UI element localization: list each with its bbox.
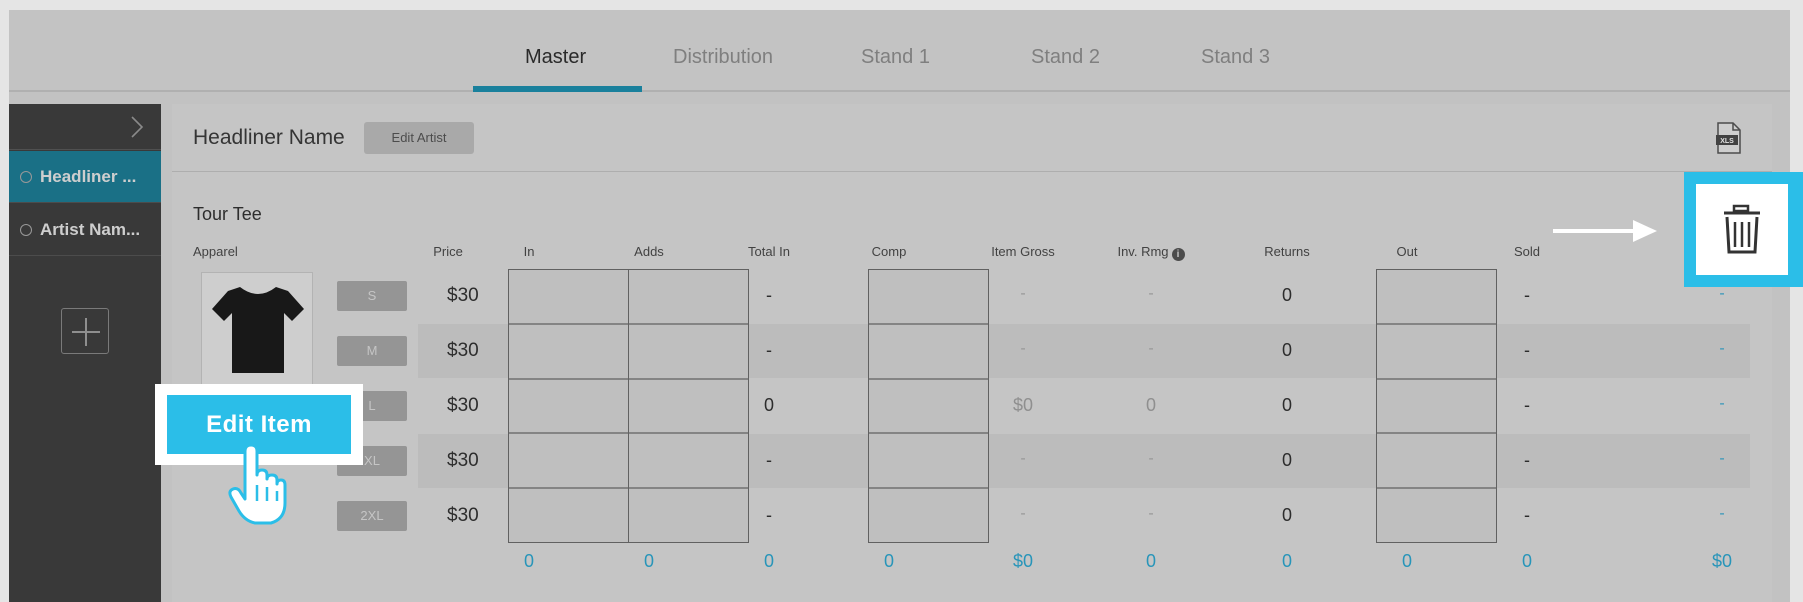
sidebar-item-artist[interactable]: Artist Nam... xyxy=(9,204,161,256)
total-adds: 0 xyxy=(643,551,654,571)
tab-stand-1[interactable]: Stand 1 xyxy=(861,46,930,69)
tab-bar: Master Distribution Stand 1 Stand 2 Stan… xyxy=(9,10,1790,92)
delete-item-callout xyxy=(1684,172,1803,287)
active-tab-indicator xyxy=(473,86,642,92)
total-in: 0 xyxy=(523,551,534,571)
sidebar-item-label: Headliner ... xyxy=(40,167,137,186)
total-returns: 0 xyxy=(1281,551,1292,571)
sidebar-item-headliner[interactable]: Headliner ... xyxy=(9,151,161,203)
edit-artist-button[interactable]: Edit Artist xyxy=(364,122,474,154)
row-price[interactable]: $30 xyxy=(447,285,479,307)
total-inv-rmg: 0 xyxy=(1145,551,1156,571)
col-sold: Sold xyxy=(1513,244,1541,259)
row-price[interactable]: $30 xyxy=(447,505,479,527)
panel-header: Headliner Name Edit Artist XLS xyxy=(172,104,1772,172)
sidebar: Headliner ... Artist Nam... xyxy=(9,104,161,602)
plus-icon xyxy=(72,318,100,346)
size-button-s[interactable]: S xyxy=(337,281,407,311)
row-price[interactable]: $30 xyxy=(447,340,479,362)
total-comp: 0 xyxy=(883,551,894,571)
tab-stand-3[interactable]: Stand 3 xyxy=(1201,46,1270,69)
col-out: Out xyxy=(1396,244,1418,259)
radio-icon xyxy=(20,224,32,236)
radio-icon xyxy=(20,171,32,183)
item-name: Tour Tee xyxy=(193,204,262,224)
col-apparel: Apparel xyxy=(193,244,238,259)
col-returns: Returns xyxy=(1264,244,1310,259)
col-item-gross: Item Gross xyxy=(991,244,1055,259)
info-icon[interactable]: i xyxy=(1171,248,1185,261)
row-net: - xyxy=(1719,450,1725,467)
total-total-in: 0 xyxy=(763,551,774,571)
row-net: - xyxy=(1719,505,1725,522)
col-inv-rmg-label: Inv. Rmg xyxy=(1117,244,1169,259)
tab-distribution[interactable]: Distribution xyxy=(673,46,773,69)
tab-master[interactable]: Master xyxy=(525,46,586,69)
row-net: - xyxy=(1719,285,1725,302)
item-panel: Headliner Name Edit Artist XLS Tour Tee … xyxy=(172,104,1772,602)
arrow-right-icon xyxy=(1553,220,1657,242)
sidebar-item-label: Artist Nam... xyxy=(40,220,141,239)
row-net: - xyxy=(1719,340,1725,357)
total-net: $0 xyxy=(1711,551,1733,571)
hand-pointer-icon xyxy=(228,445,287,525)
row-price[interactable]: $30 xyxy=(447,450,479,472)
artist-name: Headliner Name xyxy=(193,126,345,149)
screen: Master Distribution Stand 1 Stand 2 Stan… xyxy=(0,0,1803,602)
size-button-m[interactable]: M xyxy=(337,336,407,366)
add-artist-button[interactable] xyxy=(61,308,109,354)
col-adds: Adds xyxy=(634,244,664,259)
svg-text:XLS: XLS xyxy=(1720,138,1734,145)
input-grid-lines xyxy=(508,323,1497,489)
col-in: In xyxy=(523,244,535,259)
total-out: 0 xyxy=(1401,551,1412,571)
tab-stand-2[interactable]: Stand 2 xyxy=(1031,46,1100,69)
tshirt-image xyxy=(212,287,304,373)
col-comp: Comp xyxy=(871,244,907,259)
row-price[interactable]: $30 xyxy=(447,395,479,417)
col-inv-rmg: Inv. Rmg i xyxy=(1076,244,1226,261)
sidebar-toggle[interactable] xyxy=(9,104,161,150)
xls-file-icon[interactable]: XLS xyxy=(1716,122,1742,154)
col-total-in: Total In xyxy=(748,244,790,259)
total-item-gross: $0 xyxy=(1012,551,1034,571)
item-thumbnail[interactable] xyxy=(201,272,313,390)
row-net: - xyxy=(1719,395,1725,412)
delete-item-button[interactable] xyxy=(1696,184,1788,275)
size-button-2xl[interactable]: 2XL xyxy=(337,501,407,531)
total-sold: 0 xyxy=(1521,551,1532,571)
chevron-right-icon xyxy=(131,116,144,138)
trash-icon xyxy=(1724,204,1760,254)
